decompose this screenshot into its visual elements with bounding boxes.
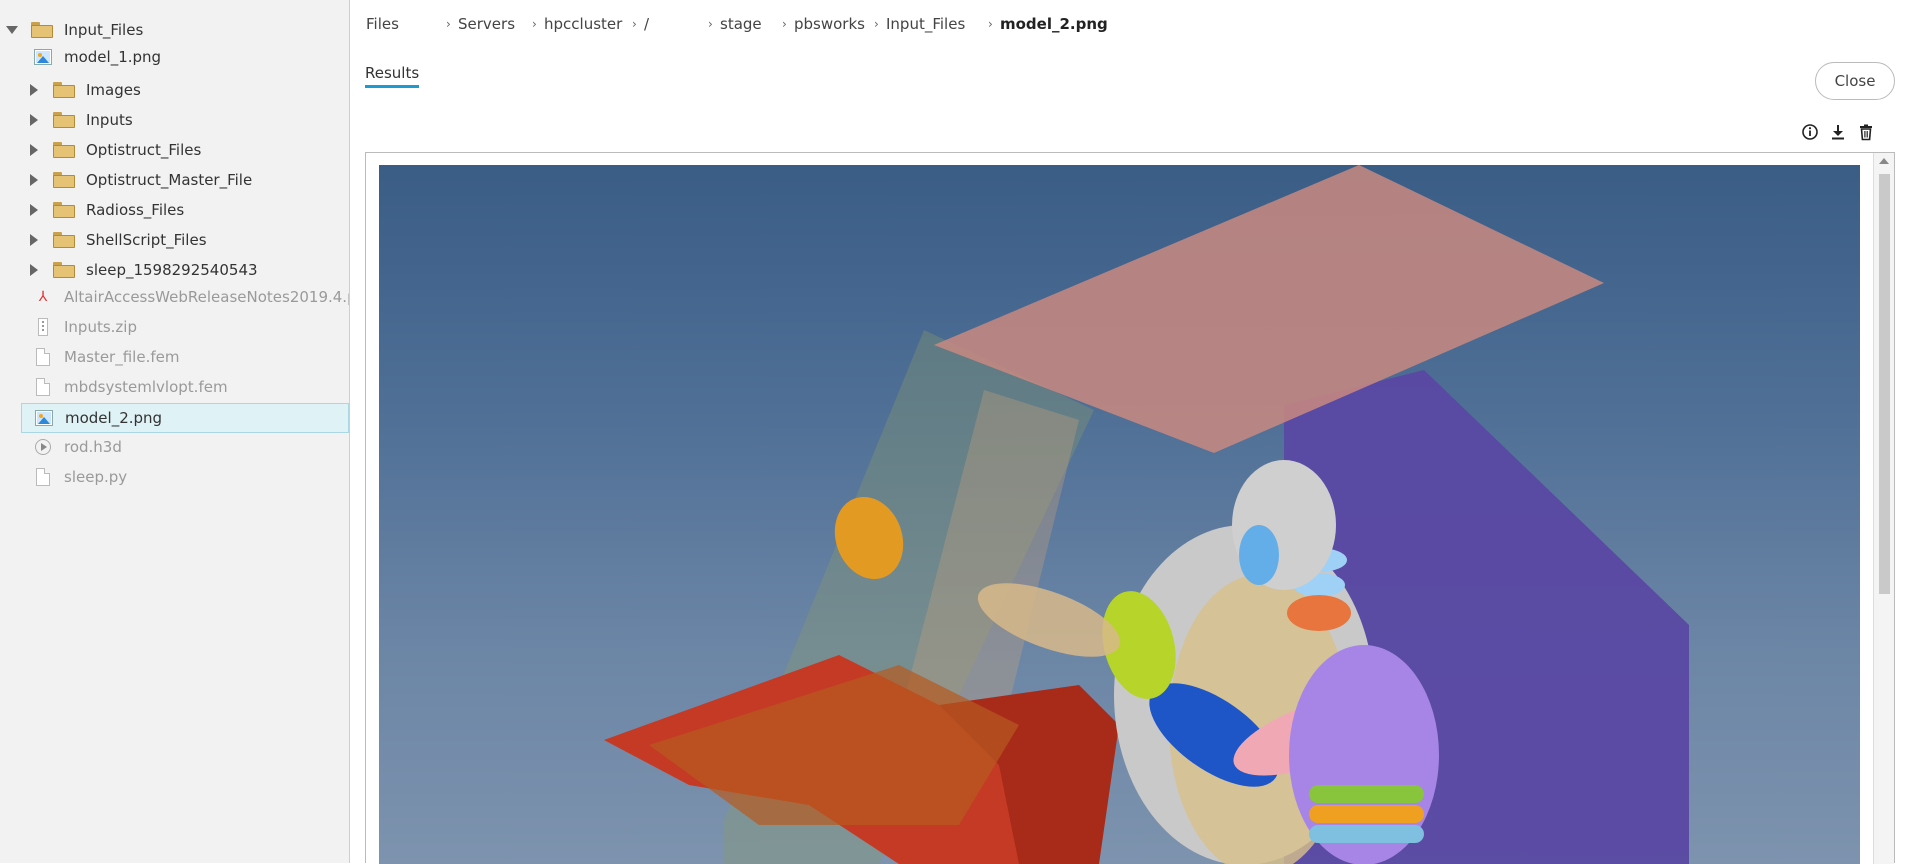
download-icon[interactable]	[1829, 123, 1847, 141]
chevron-right-icon[interactable]	[30, 234, 38, 246]
breadcrumb-files[interactable]: Files	[366, 12, 399, 36]
chevron-down-icon[interactable]	[6, 26, 18, 34]
tree-item-label: Optistruct_Master_File	[86, 171, 253, 189]
folder-icon	[53, 202, 75, 218]
breadcrumb-separator-icon: ›	[632, 17, 637, 31]
tree-item-radioss-files[interactable]: Radioss_Files	[0, 195, 349, 225]
tab-results[interactable]: Results	[365, 64, 420, 88]
play-icon	[35, 439, 51, 455]
image-file-icon	[34, 49, 52, 65]
tree-item-label: model_2.png	[65, 409, 163, 427]
chevron-right-icon[interactable]	[30, 174, 38, 186]
tree-item-label: AltairAccessWebReleaseNotes2019.4.pdf	[64, 288, 349, 306]
breadcrumb-input-files[interactable]: Input_Files	[886, 12, 965, 36]
tree-item-label: Radioss_Files	[86, 201, 185, 219]
file-icon	[36, 348, 50, 366]
folder-icon	[53, 82, 75, 98]
tree-item-images[interactable]: Images	[0, 75, 349, 105]
info-icon[interactable]	[1801, 123, 1819, 141]
folder-icon	[53, 112, 75, 128]
tree-item-model-2-selected[interactable]: model_2.png	[21, 403, 349, 433]
breadcrumb-separator-icon: ›	[532, 17, 537, 31]
scroll-up-icon[interactable]	[1879, 158, 1889, 164]
chevron-right-icon[interactable]	[30, 144, 38, 156]
folder-icon	[53, 142, 75, 158]
tree-item-label: Master_file.fem	[64, 348, 180, 366]
tree-item-label: model_1.png	[64, 48, 162, 66]
tree-item-master-file-fem[interactable]: Master_file.fem	[0, 342, 349, 372]
tree-item-inputs[interactable]: Inputs	[0, 105, 349, 135]
tree-item-optistruct-files[interactable]: Optistruct_Files	[0, 135, 349, 165]
tree-item-label: Inputs.zip	[64, 318, 137, 336]
breadcrumb-servers[interactable]: Servers	[458, 12, 515, 36]
folder-icon	[53, 172, 75, 188]
crash-dummy-render	[604, 165, 1689, 864]
tree-item-rod-h3d[interactable]: rod.h3d	[0, 432, 349, 462]
tree-root-label: Input_Files	[64, 21, 144, 39]
tree-root-input-files[interactable]: Input_Files	[0, 15, 349, 45]
model-preview-image	[379, 165, 1860, 864]
tree-item-model-1[interactable]: model_1.png	[0, 42, 349, 72]
file-icon	[36, 468, 50, 486]
breadcrumb-separator-icon: ›	[874, 17, 879, 31]
breadcrumb-hpccluster[interactable]: hpccluster	[544, 12, 622, 36]
zip-file-icon	[38, 318, 48, 336]
chevron-right-icon[interactable]	[30, 84, 38, 96]
tree-item-label: rod.h3d	[64, 438, 122, 456]
tree-item-release-notes-pdf[interactable]: ⅄ AltairAccessWebReleaseNotes2019.4.pdf	[0, 282, 349, 312]
breadcrumb-current-file: model_2.png	[1000, 15, 1108, 33]
tree-item-optistruct-master-file[interactable]: Optistruct_Master_File	[0, 165, 349, 195]
tree-item-mbdsystem-fem[interactable]: mbdsystemlvlopt.fem	[0, 372, 349, 402]
file-tree-sidebar: Input_Files model_1.png Images Inputs Op…	[0, 0, 350, 863]
folder-icon	[31, 22, 53, 38]
breadcrumb-separator-icon: ›	[446, 17, 451, 31]
folder-icon	[53, 262, 75, 278]
tree-item-label: Inputs	[86, 111, 133, 129]
tree-item-label: sleep.py	[64, 468, 128, 486]
delete-icon[interactable]	[1857, 123, 1875, 141]
breadcrumb-separator-icon: ›	[782, 17, 787, 31]
pdf-file-icon: ⅄	[38, 289, 48, 305]
main-panel: Files › Servers › hpccluster › / › stage…	[350, 0, 1910, 864]
tree-item-label: Optistruct_Files	[86, 141, 202, 159]
breadcrumb-pbsworks[interactable]: pbsworks	[794, 12, 865, 36]
breadcrumb-root[interactable]: /	[644, 12, 649, 36]
breadcrumb-separator-icon: ›	[988, 17, 993, 31]
breadcrumb-separator-icon: ›	[708, 17, 713, 31]
tree-item-shellscript-files[interactable]: ShellScript_Files	[0, 225, 349, 255]
folder-icon	[53, 232, 75, 248]
breadcrumb-stage[interactable]: stage	[720, 12, 762, 36]
tree-item-label: sleep_1598292540543	[86, 261, 258, 279]
chevron-right-icon[interactable]	[30, 204, 38, 216]
image-file-icon	[35, 410, 53, 426]
tree-item-inputs-zip[interactable]: Inputs.zip	[0, 312, 349, 342]
tree-item-sleep-folder[interactable]: sleep_1598292540543	[0, 255, 349, 285]
tree-item-label: mbdsystemlvlopt.fem	[64, 378, 228, 396]
tree-item-label: ShellScript_Files	[86, 231, 207, 249]
tree-item-sleep-py[interactable]: sleep.py	[0, 462, 349, 492]
image-viewer	[365, 152, 1895, 864]
scrollbar-thumb[interactable]	[1879, 174, 1890, 594]
breadcrumb: Files › Servers › hpccluster › / › stage…	[366, 12, 1566, 36]
viewer-scrollbar[interactable]	[1873, 153, 1894, 864]
close-button[interactable]: Close	[1815, 62, 1895, 100]
chevron-right-icon[interactable]	[30, 114, 38, 126]
file-icon	[36, 378, 50, 396]
tree-item-label: Images	[86, 81, 141, 99]
chevron-right-icon[interactable]	[30, 264, 38, 276]
